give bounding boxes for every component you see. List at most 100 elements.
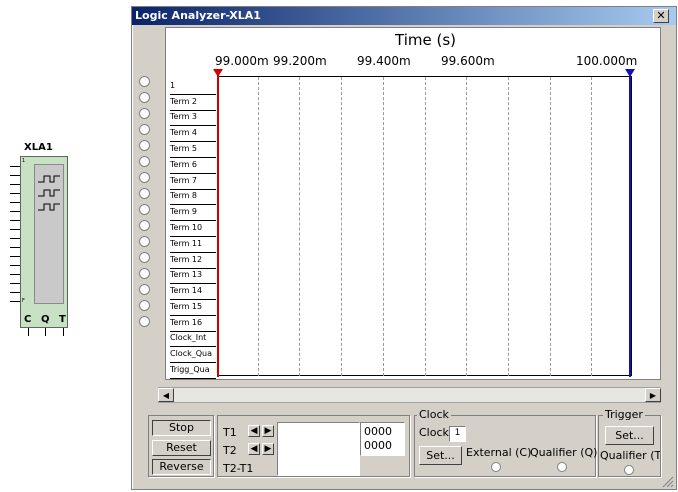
term-label: 1 [170, 78, 216, 95]
term-label: Term 15 [170, 299, 216, 316]
term-radio[interactable] [139, 268, 150, 279]
pin-number-first: 1 [22, 158, 26, 164]
term-label: Term 13 [170, 267, 216, 284]
input-pin[interactable] [10, 229, 20, 230]
term-radio[interactable] [139, 172, 150, 183]
input-pin[interactable] [10, 247, 20, 248]
term-radio[interactable] [139, 156, 150, 167]
t1-right-arrow-icon[interactable]: ▶ [262, 425, 274, 437]
term-label: Trigg_Qua [170, 362, 216, 379]
term-label: Clock_Qua [170, 346, 216, 363]
term-radio[interactable] [139, 204, 150, 215]
time-tick-label: 99.000m [215, 54, 269, 68]
clocks-per-div-spinner[interactable]: 1 [449, 426, 466, 442]
resize-grip-icon[interactable] [662, 476, 674, 488]
term-radio[interactable] [139, 108, 150, 119]
scroll-right-button[interactable]: ▶ [645, 388, 661, 402]
grid-line [591, 77, 592, 376]
t2-right-arrow-icon[interactable]: ▶ [262, 443, 274, 455]
input-pin[interactable] [10, 220, 20, 221]
term-radio[interactable] [139, 140, 150, 151]
term-radio[interactable] [139, 188, 150, 199]
cursor-t2[interactable] [629, 72, 631, 377]
t1-left-arrow-icon[interactable]: ◀ [248, 425, 260, 437]
input-pin[interactable] [10, 184, 20, 185]
term-label: Term 4 [170, 125, 216, 142]
clock-qualifier-radio[interactable] [557, 462, 567, 472]
t2-left-arrow-icon[interactable]: ◀ [248, 443, 260, 455]
time-tick-label: 100.000m [576, 54, 638, 68]
horizontal-scrollbar[interactable] [158, 387, 661, 403]
t2-t1-label: T2-T1 [223, 462, 254, 475]
trigger-pin[interactable] [63, 328, 64, 336]
term-label: Clock_Int [170, 330, 216, 347]
term-radio[interactable] [139, 220, 150, 231]
term-radio[interactable] [139, 76, 150, 87]
scroll-left-button[interactable]: ◀ [158, 388, 174, 402]
input-pin[interactable] [10, 292, 20, 293]
time-axis-title: Time (s) [395, 31, 456, 49]
input-pin[interactable] [10, 256, 20, 257]
grid-line [550, 77, 551, 376]
time-tick-label: 99.400m [357, 54, 411, 68]
clock-qualifier-label: Qualifier (Q) [530, 446, 598, 459]
input-pin[interactable] [10, 166, 20, 167]
cursor-t1-handle[interactable] [213, 69, 223, 77]
term-radio[interactable] [139, 92, 150, 103]
external-clock-label: External (C) [466, 446, 532, 459]
t1-value: 0000 [364, 425, 392, 438]
term-label: Term 10 [170, 220, 216, 237]
input-pin[interactable] [10, 238, 20, 239]
clock-set-button[interactable]: Set... [419, 446, 462, 465]
pin-label-t: T [59, 314, 66, 325]
cursor-t2-handle[interactable] [625, 69, 635, 77]
t2-label: T2 [223, 444, 237, 457]
external-clock-radio[interactable] [491, 462, 501, 472]
grid-line [466, 77, 467, 376]
input-pin[interactable] [10, 274, 20, 275]
grid-line [299, 77, 300, 376]
trigger-group-title: Trigger [603, 408, 645, 421]
term-radio[interactable] [139, 316, 150, 327]
term-label: Term 5 [170, 141, 216, 158]
input-pin[interactable] [10, 283, 20, 284]
t1-label: T1 [223, 426, 237, 439]
term-radio[interactable] [139, 124, 150, 135]
pin-label-q: Q [41, 314, 50, 325]
grid-line [258, 77, 259, 376]
term-radio[interactable] [139, 252, 150, 263]
cursor-t1[interactable] [217, 72, 219, 377]
close-button[interactable]: ✕ [653, 9, 669, 23]
term-label: Term 6 [170, 157, 216, 174]
pin-number-last: F [22, 298, 25, 304]
input-pin[interactable] [10, 211, 20, 212]
input-pin[interactable] [10, 193, 20, 194]
reset-button[interactable]: Reset [152, 440, 211, 456]
term-radio[interactable] [139, 300, 150, 311]
trigger-set-button[interactable]: Set... [605, 426, 654, 445]
input-pin[interactable] [10, 175, 20, 176]
t2-value: 0000 [364, 439, 392, 452]
waveform-icon [38, 175, 60, 211]
window-title: Logic Analyzer-XLA1 [135, 9, 261, 22]
term-label: Term 14 [170, 283, 216, 300]
trigger-qualifier-radio[interactable] [624, 465, 634, 475]
trigger-qualifier-label: Qualifier (T) [600, 449, 660, 462]
term-radio[interactable] [139, 284, 150, 295]
input-pin[interactable] [10, 265, 20, 266]
term-radio[interactable] [139, 236, 150, 247]
reverse-button[interactable]: Reverse [152, 459, 211, 475]
time-tick-label: 99.600m [441, 54, 495, 68]
grid-line [508, 77, 509, 376]
term-label: Term 3 [170, 109, 216, 126]
qualifier-pin[interactable] [45, 328, 46, 336]
term-label: Term 9 [170, 204, 216, 221]
time-readout-field [277, 422, 360, 476]
pin-label-c: C [24, 314, 32, 325]
grid-line [425, 77, 426, 376]
clock-group-title: Clock [417, 408, 451, 421]
stop-button[interactable]: Stop [152, 420, 211, 436]
input-pin[interactable] [10, 202, 20, 203]
clock-pin[interactable] [28, 328, 29, 336]
input-pin[interactable] [10, 301, 20, 302]
